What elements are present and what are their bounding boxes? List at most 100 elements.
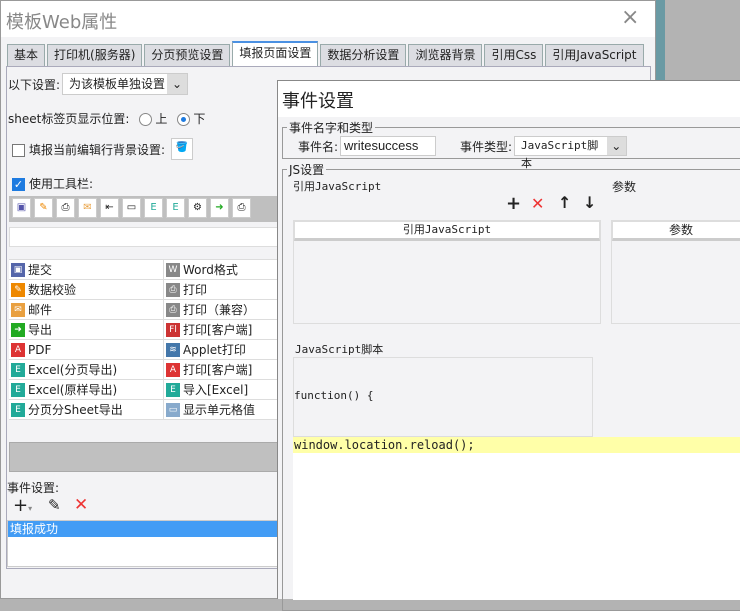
params-label: 参数 (612, 180, 637, 194)
move-up-icon[interactable]: ↑ (558, 193, 571, 212)
close-icon[interactable]: × (621, 5, 639, 30)
tab-page-preview[interactable]: 分页预览设置 (144, 44, 231, 66)
export-icon[interactable]: ➜ (210, 198, 229, 218)
ref-js-label: 引用JavaScript (293, 180, 382, 193)
toolbar-button-option[interactable]: A PDF (9, 340, 164, 359)
window-icon: ▭ (166, 402, 180, 417)
button-option-label: 打印[客户端] (183, 323, 253, 337)
applet-icon: ≋ (166, 342, 180, 357)
save-icon[interactable]: ▣ (12, 198, 31, 218)
toolbar-button-option[interactable]: E Excel(原样导出) (9, 380, 164, 399)
radio-down-label: 下 (193, 112, 206, 126)
print-icon: ⎙ (166, 282, 180, 297)
settings-value: 为该模板单独设置 (69, 77, 166, 91)
script-label: JavaScript脚本 (295, 343, 384, 356)
tab-browser-bg[interactable]: 浏览器背景 (408, 44, 483, 66)
params-column-header[interactable]: 参数 (612, 221, 740, 241)
toolbar-button-option[interactable]: ⎙ 打印（兼容） (164, 300, 279, 319)
save-icon: ▣ (11, 262, 25, 277)
move-down-icon[interactable]: ↓ (583, 193, 596, 212)
button-option-label: 邮件 (28, 303, 53, 317)
event-name-label: 事件名: (298, 140, 339, 154)
event-type-select[interactable]: JavaScript脚本 ⌄ (514, 136, 627, 170)
window-icon[interactable]: ▭ (122, 198, 141, 218)
export-icon: ➜ (11, 322, 25, 337)
toolbar-button-option[interactable]: ▣ 提交 (9, 260, 164, 279)
toolbar-checkbox[interactable]: ✓ (12, 178, 25, 191)
event-settings-dialog: 事件设置 事件名字和类型 事件名: writesuccess 事件类型: Jav… (277, 80, 740, 611)
toolbar-preview: ▣ ✎ ⎙ ✉ ⇤ ▭ E E ⚙ ➜ ⎙ (9, 196, 279, 222)
ref-js-column-header[interactable]: 引用JavaScript (294, 221, 600, 241)
add-icon[interactable]: +▾ (13, 495, 32, 516)
excel-icon: E (11, 362, 25, 377)
toolbar-button-option[interactable]: ≋ Applet打印 (164, 340, 279, 359)
button-row: A PDF ≋ Applet打印 (9, 340, 279, 360)
toolbar-button-option[interactable]: E 导入[Excel] (164, 380, 279, 399)
delete-icon[interactable]: ✕ (74, 495, 88, 515)
event-settings-label: 事件设置: (7, 481, 60, 495)
button-row: E Excel(原样导出) E 导入[Excel] (9, 380, 279, 400)
code-editor[interactable]: window.location.reload(); (293, 437, 740, 600)
toolbar-button-option[interactable]: E Excel(分页导出) (9, 360, 164, 379)
bg-checkbox[interactable] (12, 144, 25, 157)
toolbar-row: ✓ 使用工具栏: (12, 175, 93, 192)
edit-icon[interactable]: ✎ (48, 496, 61, 514)
tab-css[interactable]: 引用Css (484, 44, 544, 66)
dialog-title: 模板Web属性 (6, 12, 118, 33)
gear-icon[interactable]: ⚙ (188, 198, 207, 218)
params-table: 参数 (611, 220, 740, 324)
toolbar-button-option[interactable]: ⎙ 打印 (164, 280, 279, 299)
button-option-label: 显示单元格值 (183, 403, 256, 417)
excel-icon[interactable]: E (166, 198, 185, 218)
button-option-label: Excel(原样导出) (28, 383, 118, 397)
toolbar-button-option[interactable]: ✉ 邮件 (9, 300, 164, 319)
toolbar-button-option[interactable]: A 打印[客户端] (164, 360, 279, 379)
button-option-label: 分页分Sheet导出 (28, 403, 123, 417)
excel-icon: E (11, 402, 25, 417)
print-icon[interactable]: ⎙ (56, 198, 75, 218)
toolbar-button-option[interactable]: ✎ 数据校验 (9, 280, 164, 299)
tab-fill-page[interactable]: 填报页面设置 (232, 41, 319, 66)
button-row: ▣ 提交 W Word格式 (9, 260, 279, 280)
js-settings-legend: JS设置 (289, 163, 325, 177)
insert-icon[interactable]: ⇤ (100, 198, 119, 218)
radio-down[interactable] (177, 113, 191, 126)
pencil-icon[interactable]: ✎ (34, 198, 53, 218)
tab-printer[interactable]: 打印机(服务器) (47, 44, 143, 66)
button-option-label: Applet打印 (183, 343, 246, 357)
event-item[interactable]: 填报成功 (8, 521, 278, 537)
code-line-1: function() { (294, 389, 374, 402)
sheet-position-row: sheet标签页显示位置: 上 下 (8, 110, 205, 127)
event-name-input[interactable]: writesuccess (340, 136, 436, 156)
radio-up[interactable] (139, 113, 153, 126)
delete-js-icon[interactable]: ✕ (531, 194, 544, 213)
settings-label: 以下设置: (8, 78, 61, 92)
button-row: ✉ 邮件 ⎙ 打印（兼容） (9, 300, 279, 320)
button-option-label: Word格式 (183, 263, 238, 277)
toolbar-label: 使用工具栏: (29, 177, 94, 191)
print-icon[interactable]: ⎙ (232, 198, 251, 218)
button-option-label: 导出 (28, 323, 53, 337)
code-line-2[interactable]: window.location.reload(); (293, 437, 740, 453)
add-js-icon[interactable]: + (506, 193, 521, 214)
excel-icon[interactable]: E (144, 198, 163, 218)
toolbar-button-option[interactable]: ➜ 导出 (9, 320, 164, 339)
mail-icon: ✉ (11, 302, 25, 317)
toolbar-button-option[interactable]: E 分页分Sheet导出 (9, 400, 164, 419)
pdf-icon: A (11, 342, 25, 357)
tab-data-analysis[interactable]: 数据分析设置 (320, 44, 407, 66)
event-type-label: 事件类型: (460, 140, 513, 154)
toolbar-button-option[interactable]: W Word格式 (164, 260, 279, 279)
mail-icon[interactable]: ✉ (78, 198, 97, 218)
paint-bucket-icon[interactable]: 🪣 (171, 138, 193, 160)
tab-basic[interactable]: 基本 (7, 44, 46, 66)
button-option-label: PDF (28, 342, 52, 357)
tab-javascript[interactable]: 引用JavaScript (545, 44, 644, 66)
toolbar-button-option[interactable]: ▭ 显示单元格值 (164, 400, 279, 419)
settings-select[interactable]: 为该模板单独设置 ⌄ (62, 73, 188, 95)
event-type-value: JavaScript脚本 (521, 139, 599, 170)
sheet-pos-label: sheet标签页显示位置: (8, 112, 130, 126)
toolbar-button-option[interactable]: Fl 打印[客户端] (164, 320, 279, 339)
button-option-label: 导入[Excel] (183, 383, 249, 397)
button-option-label: 打印 (183, 283, 208, 297)
